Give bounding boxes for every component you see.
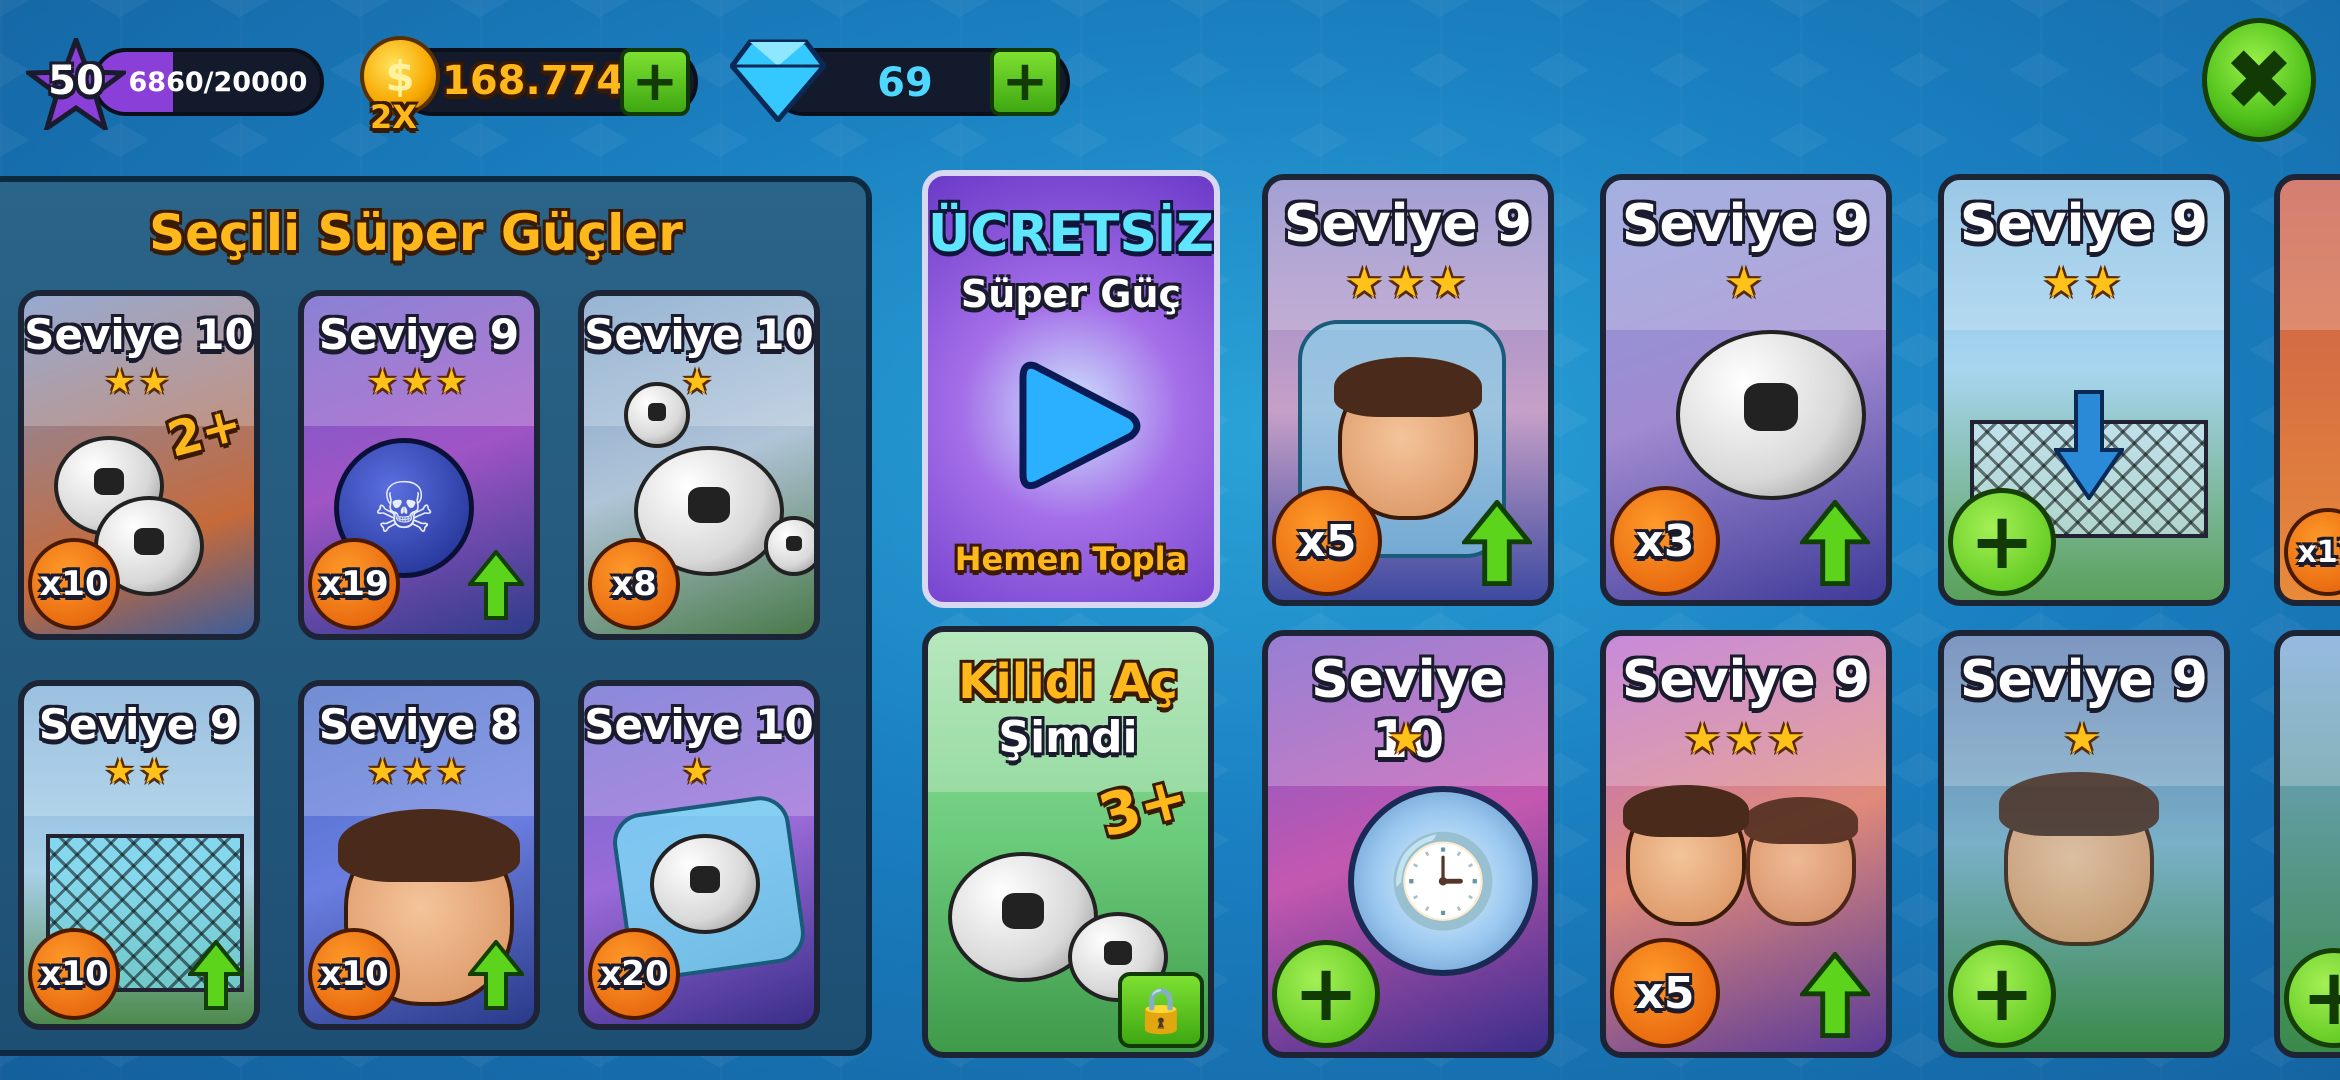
collect-now-label: Hemen Topla [954, 540, 1188, 578]
upgrade-arrow-icon [1462, 500, 1532, 586]
power-card[interactable]: Seviye 9 ★ + [1938, 630, 2230, 1058]
upgrade-arrow-icon [468, 550, 524, 620]
add-coins-button[interactable]: + [620, 48, 690, 116]
power-card[interactable]: Seviye 9 ★★★ x5 [1600, 630, 1892, 1058]
power-card[interactable]: x17 [2274, 174, 2340, 606]
card-level: Seviye 10 [584, 310, 814, 359]
power-card[interactable]: + [2274, 630, 2340, 1058]
card-count: x10 [28, 538, 120, 630]
player-head-icon [1743, 796, 1859, 926]
card-level: Seviye 9 [1960, 194, 2208, 254]
card-count: x10 [308, 928, 400, 1020]
upgrade-arrow-icon [468, 940, 524, 1010]
ball-icon [764, 516, 814, 576]
card-stars: ★★★ [367, 362, 471, 402]
card-level: Seviye 9 [1960, 650, 2208, 710]
card-count: x5 [1272, 486, 1382, 596]
card-level: Seviye 9 [1622, 194, 1870, 254]
player-head-icon [1623, 785, 1749, 926]
power-card[interactable]: Seviye 10 ★★ 2+ x10 [18, 290, 260, 640]
card-stars: ★★★ [1345, 258, 1471, 307]
player-head-icon [1999, 771, 2159, 946]
card-level: Seviye 8 [318, 700, 520, 749]
free-card-subtitle: Süper Güç [960, 272, 1182, 316]
level-star-icon: 50 [21, 32, 131, 135]
power-card[interactable]: Seviye 10 ★ 🕒 + [1262, 630, 1554, 1058]
power-card[interactable]: Seviye 9 ★★★ x5 [1262, 174, 1554, 606]
unlock-card[interactable]: Kilidi Aç Şimdi 3+ 🔒 [922, 626, 1214, 1058]
card-stars: ★★★ [1683, 714, 1809, 763]
down-arrow-icon [2054, 390, 2124, 500]
upgrade-arrow-icon [188, 940, 244, 1010]
player-level: 50 [48, 58, 104, 104]
card-level: Seviye 10 [584, 700, 814, 749]
card-stars: ★ [1387, 714, 1429, 763]
card-stars: ★★ [104, 752, 174, 792]
add-power-button[interactable]: + [2284, 948, 2340, 1048]
card-level: Seviye 9 [38, 700, 240, 749]
free-power-card[interactable]: ÜCRETSİZ Süper Güç Hemen Topla [922, 170, 1220, 608]
add-power-button[interactable]: + [1948, 488, 2056, 596]
card-stars: ★ [681, 362, 717, 402]
card-level: Seviye 9 [1284, 194, 1532, 254]
coin-amount: 168.774 [442, 58, 625, 104]
close-button[interactable]: ✖ [2202, 18, 2316, 142]
card-level: Seviye 10 [24, 310, 254, 359]
card-count: x20 [588, 928, 680, 1020]
card-level: Seviye 9 [1622, 650, 1870, 710]
panel-title: Seçili Süper Güçler [149, 204, 683, 262]
unlock-subtitle: Şimdi [998, 712, 1138, 763]
card-stars: ★★ [104, 362, 174, 402]
power-card[interactable]: Seviye 9 ★★ x10 [18, 680, 260, 1030]
card-count: x19 [308, 538, 400, 630]
ball-icon [650, 834, 760, 934]
card-count: x8 [588, 538, 680, 630]
power-card[interactable]: Seviye 10 ★ x8 [578, 290, 820, 640]
card-stars: ★ [2063, 714, 2105, 763]
card-count: x10 [28, 928, 120, 1020]
power-card[interactable]: Seviye 9 ★★★ ☠ x19 [298, 290, 540, 640]
card-level: Seviye 9 [318, 310, 520, 359]
xp-bar: 6860/20000 [92, 48, 324, 116]
upgrade-arrow-icon [1800, 952, 1870, 1038]
card-stars: ★ [681, 752, 717, 792]
play-video-icon[interactable] [1013, 356, 1143, 496]
coin-multiplier-badge: 2X [370, 98, 417, 136]
card-count: x17 [2284, 508, 2340, 596]
gem-icon [728, 38, 828, 124]
gem-amount: 69 [877, 60, 933, 106]
power-card[interactable]: Seviye 8 ★★★ x10 [298, 680, 540, 1030]
ball-icon [1676, 330, 1866, 500]
card-stars: ★★ [2042, 258, 2126, 307]
clock-icon: 🕒 [1348, 786, 1538, 976]
ball-icon [624, 382, 690, 448]
card-count: x5 [1610, 938, 1720, 1048]
unlock-title: Kilidi Aç [958, 654, 1178, 710]
upgrade-arrow-icon [1800, 500, 1870, 586]
lock-icon: 🔒 [1118, 972, 1204, 1048]
card-count: x3 [1610, 486, 1720, 596]
add-power-button[interactable]: + [1948, 940, 2056, 1048]
power-card[interactable]: Seviye 9 ★ x3 [1600, 174, 1892, 606]
free-card-title: ÜCRETSİZ [928, 204, 1214, 264]
xp-text: 6860/20000 [128, 66, 308, 98]
card-stars: ★★★ [367, 752, 471, 792]
card-stars: ★ [1725, 258, 1767, 307]
power-card[interactable]: Seviye 10 ★ x20 [578, 680, 820, 1030]
add-power-button[interactable]: + [1272, 940, 1380, 1048]
power-card[interactable]: Seviye 9 ★★ + [1938, 174, 2230, 606]
add-gems-button[interactable]: + [990, 48, 1060, 116]
